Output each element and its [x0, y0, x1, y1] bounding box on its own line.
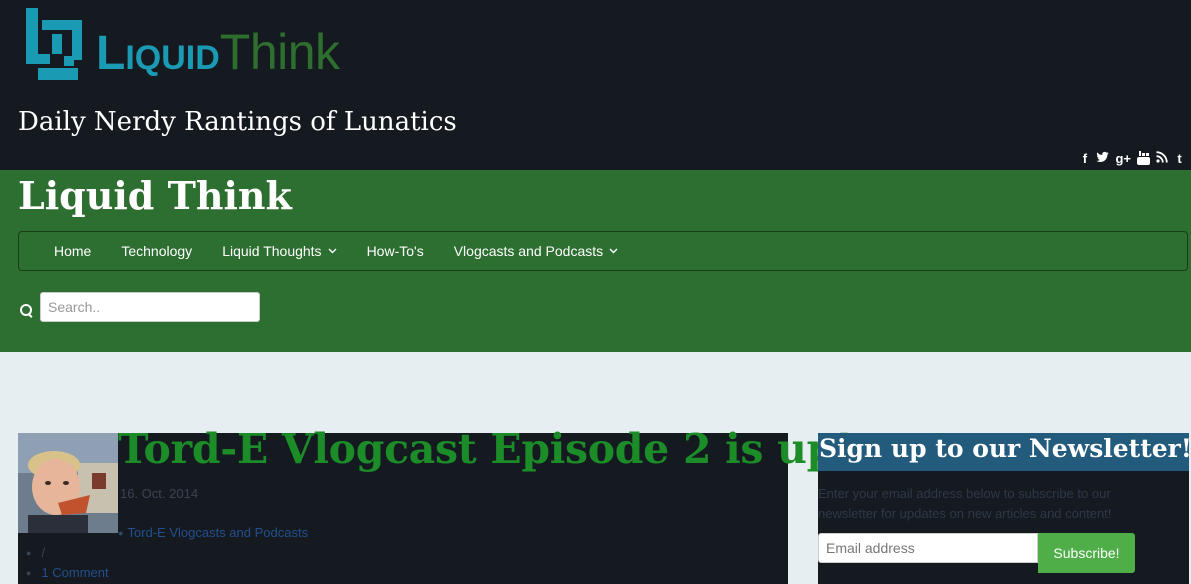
nav-label: Vlogcasts and Podcasts: [453, 243, 604, 259]
chevron-down-icon: [328, 246, 337, 257]
twitter-icon[interactable]: [1096, 151, 1109, 169]
author-avatar[interactable]: [18, 433, 118, 533]
post-card: Tord-E Vlogcast Episode 2 is up! 16. Oct…: [18, 425, 853, 584]
post-meta-separator: /: [41, 545, 46, 560]
site-title[interactable]: Liquid Think: [18, 173, 292, 218]
search-form: [20, 292, 260, 322]
site-logo[interactable]: Liquid Think: [24, 6, 340, 82]
nav-item-how-tos[interactable]: How-To's: [352, 243, 439, 259]
newsletter-header: Sign up to our Newsletter!: [818, 433, 1191, 471]
email-field[interactable]: [818, 533, 1038, 563]
nav-item-technology[interactable]: Technology: [106, 243, 207, 259]
post-category-row: ● Tord-E Vlogcasts and Podcasts: [118, 525, 308, 540]
newsletter-title: Sign up to our Newsletter!: [819, 434, 1191, 463]
logo-text-think: Think: [219, 24, 340, 80]
logo-mark-icon: [24, 6, 84, 82]
facebook-icon[interactable]: f: [1079, 151, 1090, 169]
post-meta-separator-row: ● /: [26, 545, 45, 560]
nav-label: Technology: [121, 243, 193, 259]
post-date: 16. Oct. 2014: [120, 486, 199, 501]
nav-label: How-To's: [366, 243, 424, 259]
nav-item-vlogcasts-podcasts[interactable]: Vlogcasts and Podcasts: [439, 243, 633, 259]
nav-item-home[interactable]: Home: [39, 243, 106, 259]
logo-text-liquid: Liquid: [96, 27, 220, 80]
post-comments-link[interactable]: 1 Comment: [41, 565, 108, 580]
subscribe-button[interactable]: Subscribe!: [1038, 533, 1135, 573]
chevron-down-icon: [609, 246, 618, 257]
bullet-icon: ●: [118, 527, 124, 538]
newsletter-widget: Sign up to our Newsletter! Enter your em…: [818, 433, 1191, 584]
nav-label: Home: [54, 243, 92, 259]
rss-icon[interactable]: [1156, 151, 1168, 169]
site-header-band: Liquid Think Home Technology Liquid Thou…: [0, 170, 1191, 352]
search-icon[interactable]: [20, 304, 34, 318]
post-category-link[interactable]: Tord-E Vlogcasts and Podcasts: [127, 525, 308, 540]
post-comments-row: ● 1 Comment: [26, 565, 109, 580]
post-title[interactable]: Tord-E Vlogcast Episode 2 is up!: [118, 425, 853, 473]
bullet-icon: ●: [26, 547, 32, 558]
googleplus-icon[interactable]: g+: [1115, 151, 1131, 169]
site-tagline: Daily Nerdy Rantings of Lunatics: [18, 107, 457, 137]
youtube-icon[interactable]: [1137, 151, 1150, 169]
nav-label: Liquid Thoughts: [222, 243, 322, 259]
search-input[interactable]: [40, 292, 260, 322]
main-navigation: Home Technology Liquid Thoughts How-To's…: [18, 231, 1188, 271]
nav-item-liquid-thoughts[interactable]: Liquid Thoughts: [207, 243, 351, 259]
top-header: Liquid Think Daily Nerdy Rantings of Lun…: [0, 0, 1191, 170]
newsletter-description: Enter your email address below to subscr…: [818, 486, 1112, 521]
social-links: f g+ t: [1079, 151, 1185, 169]
bullet-icon: ●: [26, 567, 32, 578]
tumblr-icon[interactable]: t: [1174, 151, 1185, 169]
